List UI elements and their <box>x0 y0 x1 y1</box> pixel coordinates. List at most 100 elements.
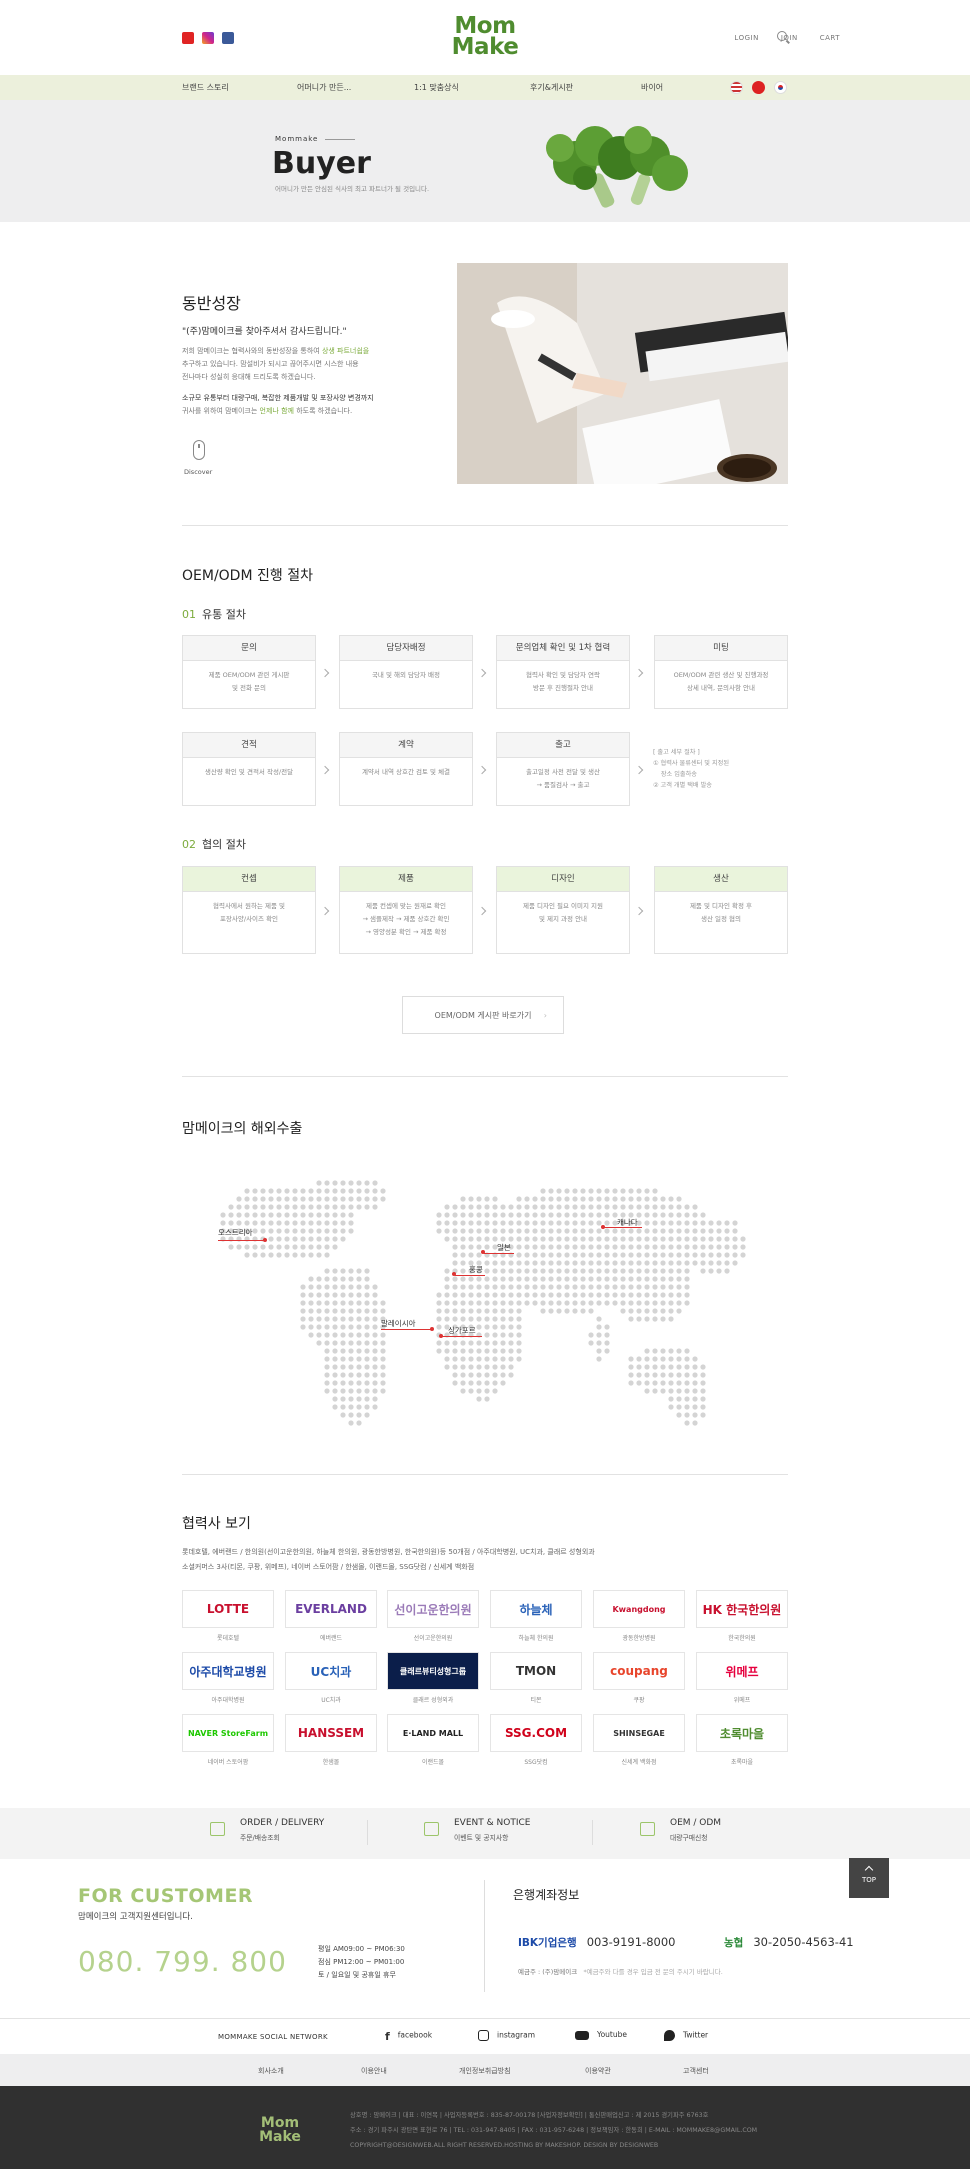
partner-logo[interactable]: HANSSEM <box>285 1714 377 1752</box>
partner-logo[interactable]: SSG.COM <box>490 1714 582 1752</box>
cart-link[interactable]: CART <box>820 34 840 42</box>
nav-custom[interactable]: 1:1 맞춤상식 <box>414 82 459 93</box>
owner-name: 예금주 : (주)맘메이크 <box>518 1968 578 1976</box>
chevron-right-icon <box>320 668 330 678</box>
footer-info-line-2: 주소 : 경기 파주시 광탄면 표현로 76 | TEL : 031-947-8… <box>350 2127 758 2134</box>
link-privacy[interactable]: 개인정보취급방침 <box>459 2066 511 2076</box>
us-flag-icon[interactable] <box>730 81 743 94</box>
map-line <box>442 1336 482 1337</box>
scroll-top-button[interactable]: TOP <box>849 1858 889 1898</box>
partner-logo[interactable]: 선이고운한의원 <box>387 1590 479 1628</box>
chevron-right-icon <box>320 906 330 916</box>
hours-holiday: 토 / 일요일 및 공휴일 휴무 <box>318 1971 396 1979</box>
footer-twitter-link[interactable]: Twitter <box>664 2030 708 2041</box>
kr-flag-icon[interactable] <box>774 81 787 94</box>
footer-logo-line-2: Make <box>259 2129 301 2145</box>
step1-box-shipping: 출고 출고일정 사전 전달 및 생산 → 품질검사 → 출고 <box>496 732 630 806</box>
step2-number: 02 <box>182 838 196 851</box>
map-label-malaysia: 말레이시아 <box>381 1319 416 1328</box>
cart-icon <box>210 1822 225 1836</box>
partner-logo[interactable]: UC치과 <box>285 1652 377 1690</box>
partner-logo[interactable]: 하늘체 <box>490 1590 582 1628</box>
bank-owner: 예금주 : (주)맘메이크 *예금주와 다를 경우 입금 전 문의 주시기 바랍… <box>518 1966 723 1976</box>
social-network-label: MOMMAKE SOCIAL NETWORK <box>218 2033 328 2041</box>
partner-name: 티몬 <box>530 1697 542 1704</box>
site-logo[interactable]: Mom Make <box>445 15 525 60</box>
partner-logo[interactable]: coupang <box>593 1652 685 1690</box>
hours-weekday: 평일 AM09:00 ~ PM06:30 <box>318 1945 405 1953</box>
quick-sub: 주문/배송조회 <box>240 1834 280 1842</box>
map-label-singapore: 싱가포르 <box>448 1326 476 1335</box>
partner-logo[interactable]: 위메프 <box>696 1652 788 1690</box>
footer-instagram-link[interactable]: instagram <box>478 2030 535 2041</box>
edit-icon <box>640 1822 655 1836</box>
partner-logo[interactable]: E·LAND MALL <box>387 1714 479 1752</box>
footer: Mom Make 상호명 : 맘메이크 | 대표 : 이연복 | 사업자등록번호… <box>0 2086 970 2169</box>
link-cs[interactable]: 고객센터 <box>683 2066 709 2076</box>
partner-logo[interactable]: 아주대학교병원 <box>182 1652 274 1690</box>
link-terms[interactable]: 이용약관 <box>585 2066 611 2076</box>
link-company[interactable]: 회사소개 <box>258 2066 284 2076</box>
customer-phone[interactable]: 080. 799. 800 <box>78 1945 287 1978</box>
step1-box-assign: 담당자배정 국내 및 해외 담당자 배정 <box>339 635 473 709</box>
partners-description: 롯데호텔, 에버랜드 / 한의원(선이고운한의원, 하늘체 한의원, 광동한방병… <box>182 1545 632 1575</box>
chevron-right-icon <box>477 668 487 678</box>
partner-logo[interactable]: Kwangdong <box>593 1590 685 1628</box>
partner-logo[interactable]: NAVER StoreFarm <box>182 1714 274 1752</box>
search-icon[interactable] <box>777 31 787 41</box>
partner-name: 광동한방병원 <box>622 1635 656 1642</box>
instagram-icon[interactable] <box>202 32 214 44</box>
footer-youtube-link[interactable]: Youtube <box>575 2030 627 2040</box>
intro-p2-text-b: 귀사를 위하여 맘메이크는 <box>182 407 258 415</box>
shipping-detail-note: [ 출고 세부 절차 ] ① 협력사 물류센터 및 지정된 장소 입출하송 ② … <box>653 749 730 789</box>
partner-logo[interactable]: HK 한국한의원 <box>696 1590 788 1628</box>
partner-name: 이랜드몰 <box>421 1759 445 1766</box>
partner-logo[interactable]: TMON <box>490 1652 582 1690</box>
quick-title: OEM / ODM <box>670 1818 722 1828</box>
nh-account-number: 30-2050-4563-41 <box>753 1935 854 1949</box>
partner-name: 에버랜드 <box>319 1635 343 1642</box>
social-label: Youtube <box>597 2030 627 2039</box>
world-dot-map <box>220 1180 746 1426</box>
box-title: 생산 <box>655 867 787 892</box>
nav-buyer[interactable]: 바이어 <box>641 82 663 93</box>
hero-banner: Mommake Buyer 어머니가 만든 안심된 식사의 최고 파트너가 될 … <box>0 100 970 222</box>
box-title: 문의 <box>183 636 315 661</box>
partner-logo[interactable]: LOTTE <box>182 1590 274 1628</box>
box-desc: 제품 디자인 필요 이미지 지원 및 제지 과정 안내 <box>522 902 604 923</box>
partner-logo[interactable]: EVERLAND <box>285 1590 377 1628</box>
facebook-icon[interactable] <box>222 32 234 44</box>
oem-board-button[interactable]: OEM/ODM 게시판 바로가기 <box>402 996 564 1034</box>
divider <box>592 1820 593 1845</box>
divider <box>182 1076 788 1077</box>
partners-desc-line-2: 소셜커머스 3사(티몬, 쿠팡, 위메프), 네이버 스토어팜 / 한샘몰, 이… <box>182 1563 475 1571</box>
footer-facebook-link[interactable]: f facebook <box>385 2030 432 2043</box>
nav-mother-made[interactable]: 어머니가 만든... <box>297 82 351 93</box>
cn-flag-icon[interactable] <box>752 81 765 94</box>
link-guide[interactable]: 이용안내 <box>361 2066 387 2076</box>
step2-box-design: 디자인 제품 디자인 필요 이미지 지원 및 제지 과정 안내 <box>496 866 630 954</box>
nav-board[interactable]: 후기&게시판 <box>530 82 573 93</box>
intro-paragraph-2: 소규모 유통부터 대량구매, 복잡한 제품개발 및 포장사양 변경까지 귀사를 … <box>182 392 402 418</box>
nav-brand-story[interactable]: 브랜드 스토리 <box>182 82 229 93</box>
footer-info-line-1: 상호명 : 맘메이크 | 대표 : 이연복 | 사업자등록번호 : 835-87… <box>350 2112 709 2119</box>
meeting-photo <box>457 263 788 484</box>
mouse-scroll-icon[interactable] <box>193 440 205 460</box>
box-desc: 제품 OEM/ODM 관련 게시판 및 전화 문의 <box>208 671 290 692</box>
partner-logo[interactable]: 클래르뷰티성형그룹 <box>387 1652 479 1690</box>
logo-line-2: Make <box>451 34 519 60</box>
map-line <box>484 1253 514 1254</box>
partner-logo[interactable]: 초록마을 <box>696 1714 788 1752</box>
map-marker <box>481 1250 485 1254</box>
header: Mom Make LOGIN JOIN CART <box>0 0 970 75</box>
step1-box-meeting: 미팅 OEM/ODM 관련 생산 및 진행과정 상세 내역, 문의사항 안내 <box>654 635 788 709</box>
customer-subtitle: 맘메이크의 고객지원센터입니다. <box>78 1912 193 1922</box>
youtube-icon[interactable] <box>182 32 194 44</box>
language-flags <box>730 81 787 94</box>
map-label-austria: 오스트리아 <box>218 1228 253 1237</box>
instagram-icon <box>478 2030 489 2041</box>
intro-p1-highlight: 상생 파트너쉽을 <box>321 347 370 355</box>
partner-logo[interactable]: SHINSEGAE <box>593 1714 685 1752</box>
login-link[interactable]: LOGIN <box>734 34 758 42</box>
map-line <box>604 1227 642 1228</box>
